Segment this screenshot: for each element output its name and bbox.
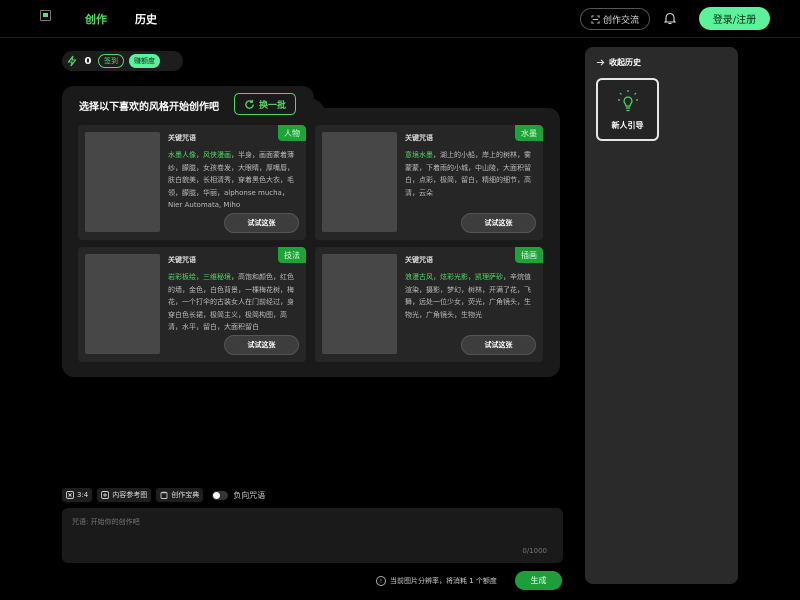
login-button[interactable]: 登录/注册: [699, 7, 770, 30]
style-card[interactable]: 技法 关键咒语 岩彩板绘，三维秘境，高饱和颜色，红色的墙，金色，白色背景，一棵梅…: [78, 247, 306, 362]
arrow-right-icon: [596, 59, 605, 66]
try-this-button[interactable]: 试试这张: [461, 335, 536, 355]
style-card[interactable]: 水墨 关键咒语 意境水墨，湖上的小船，岸上的树林，雾蒙蒙，下着雨的小城，中山陵，…: [315, 125, 543, 240]
keyword-label: 关键咒语: [405, 256, 433, 264]
style-tag: 技法: [278, 247, 306, 263]
newbie-guide-label: 新人引导: [611, 121, 644, 130]
checkin-button[interactable]: 签到: [98, 54, 124, 68]
keyword-text: 岩彩板绘，三维秘境，高饱和颜色，红色的墙，金色，白色背景，一棵梅花树，梅花，一个…: [168, 271, 300, 333]
ratio-icon: [66, 491, 74, 499]
image-icon: [101, 491, 110, 499]
style-thumbnail[interactable]: [85, 254, 160, 354]
refresh-icon: [245, 99, 254, 109]
top-header: 创作 历史 创作交流 登录/注册: [0, 0, 800, 38]
keyword-label: 关键咒语: [168, 256, 196, 264]
style-card[interactable]: 人物 关键咒语 水墨人像，风侠漫画，半身，画面蒙着薄纱，朦胧，女孩卷发，大眼睛，…: [78, 125, 306, 240]
keyword-label: 关键咒语: [168, 134, 196, 142]
refresh-label: 换一批: [258, 100, 286, 111]
keyword-highlight: 岩彩板绘，三维秘境: [168, 273, 231, 281]
zap-icon: [67, 55, 77, 67]
style-thumbnail[interactable]: [322, 254, 397, 354]
prompt-guide-label: 创作宝典: [171, 491, 200, 499]
prompt-input[interactable]: [72, 517, 552, 547]
community-label: 创作交流: [602, 15, 639, 26]
keyword-highlight: 水墨人像，风侠漫画: [168, 151, 231, 159]
keyword-text: 意境水墨，湖上的小船，岸上的树林，雾蒙蒙，下着雨的小城，中山陵，大面积留白，点彩…: [405, 149, 537, 211]
cost-note-text: 当前图片分辨率，将消耗 1 个额度: [390, 577, 497, 585]
reference-image-button[interactable]: 内容参考图: [97, 488, 152, 502]
refresh-button[interactable]: 换一批: [234, 93, 296, 115]
try-this-button[interactable]: 试试这张: [224, 335, 299, 355]
keyword-highlight: 浪漫古风，炫彩光影，凯理萨砂: [405, 273, 503, 281]
keyword-label: 关键咒语: [405, 134, 433, 142]
style-thumbnail[interactable]: [85, 132, 160, 232]
reference-image-label: 内容参考图: [112, 491, 148, 499]
style-tag: 水墨: [515, 125, 543, 141]
book-icon: [160, 491, 168, 499]
prompt-toolbar: 3:4 内容参考图 创作宝典 负向咒语: [62, 488, 265, 502]
info-icon: !: [376, 576, 386, 586]
bell-icon[interactable]: [663, 11, 677, 25]
nav-tab-history[interactable]: 历史: [135, 11, 157, 27]
lightbulb-icon: [618, 90, 638, 112]
keyword-body: ，高饱和颜色，红色的墙，金色，白色背景，一棵梅花树，梅花，一个打伞的古装女人在门…: [168, 273, 294, 331]
aspect-ratio-label: 3:4: [77, 491, 89, 499]
nav-tab-create[interactable]: 创作: [85, 11, 107, 27]
style-tag: 插画: [515, 247, 543, 263]
try-this-button[interactable]: 试试这张: [461, 213, 536, 233]
style-thumbnail[interactable]: [322, 132, 397, 232]
style-tag: 人物: [278, 125, 306, 141]
aspect-ratio-button[interactable]: 3:4: [62, 488, 93, 502]
keyword-text: 浪漫古风，炫彩光影，凯理萨砂，辛烷值渲染，摄影，梦幻，树林，开满了花，飞舞，远处…: [405, 271, 537, 333]
newbie-guide-card[interactable]: 新人引导: [596, 78, 659, 141]
cost-note: ! 当前图片分辨率，将消耗 1 个额度: [376, 576, 497, 586]
panel-title: 选择以下喜欢的风格开始创作吧: [79, 102, 219, 113]
keyword-highlight: 意境水墨: [405, 151, 433, 159]
style-card[interactable]: 插画 关键咒语 浪漫古风，炫彩光影，凯理萨砂，辛烷值渲染，摄影，梦幻，树林，开满…: [315, 247, 543, 362]
prompt-guide-button[interactable]: 创作宝典: [156, 488, 204, 502]
generate-button[interactable]: 生成: [515, 571, 562, 590]
collapse-history-label: 收起历史: [609, 58, 641, 67]
try-this-button[interactable]: 试试这张: [224, 213, 299, 233]
prompt-box: 0/1000: [62, 508, 563, 563]
credits-bar: 0 签到 赚额度: [62, 51, 183, 71]
char-counter: 0/1000: [522, 547, 547, 555]
keyword-text: 水墨人像，风侠漫画，半身，画面蒙着薄纱，朦胧，女孩卷发，大眼睛，厚嘴唇，肤白貌美…: [168, 149, 300, 211]
logo-icon[interactable]: [40, 10, 51, 21]
credits-count: 0: [84, 55, 92, 67]
keyword-body: ，半身，画面蒙着薄纱，朦胧，女孩卷发，大眼睛，厚嘴唇，肤白貌美，长相清秀，穿着黑…: [168, 151, 294, 209]
scan-icon: [591, 14, 600, 24]
earn-credits-button[interactable]: 赚额度: [129, 54, 160, 68]
collapse-history-button[interactable]: 收起历史: [596, 57, 641, 68]
community-button[interactable]: 创作交流: [580, 8, 650, 30]
negative-prompt-toggle[interactable]: [212, 490, 229, 500]
negative-prompt-label: 负向咒语: [233, 490, 266, 500]
